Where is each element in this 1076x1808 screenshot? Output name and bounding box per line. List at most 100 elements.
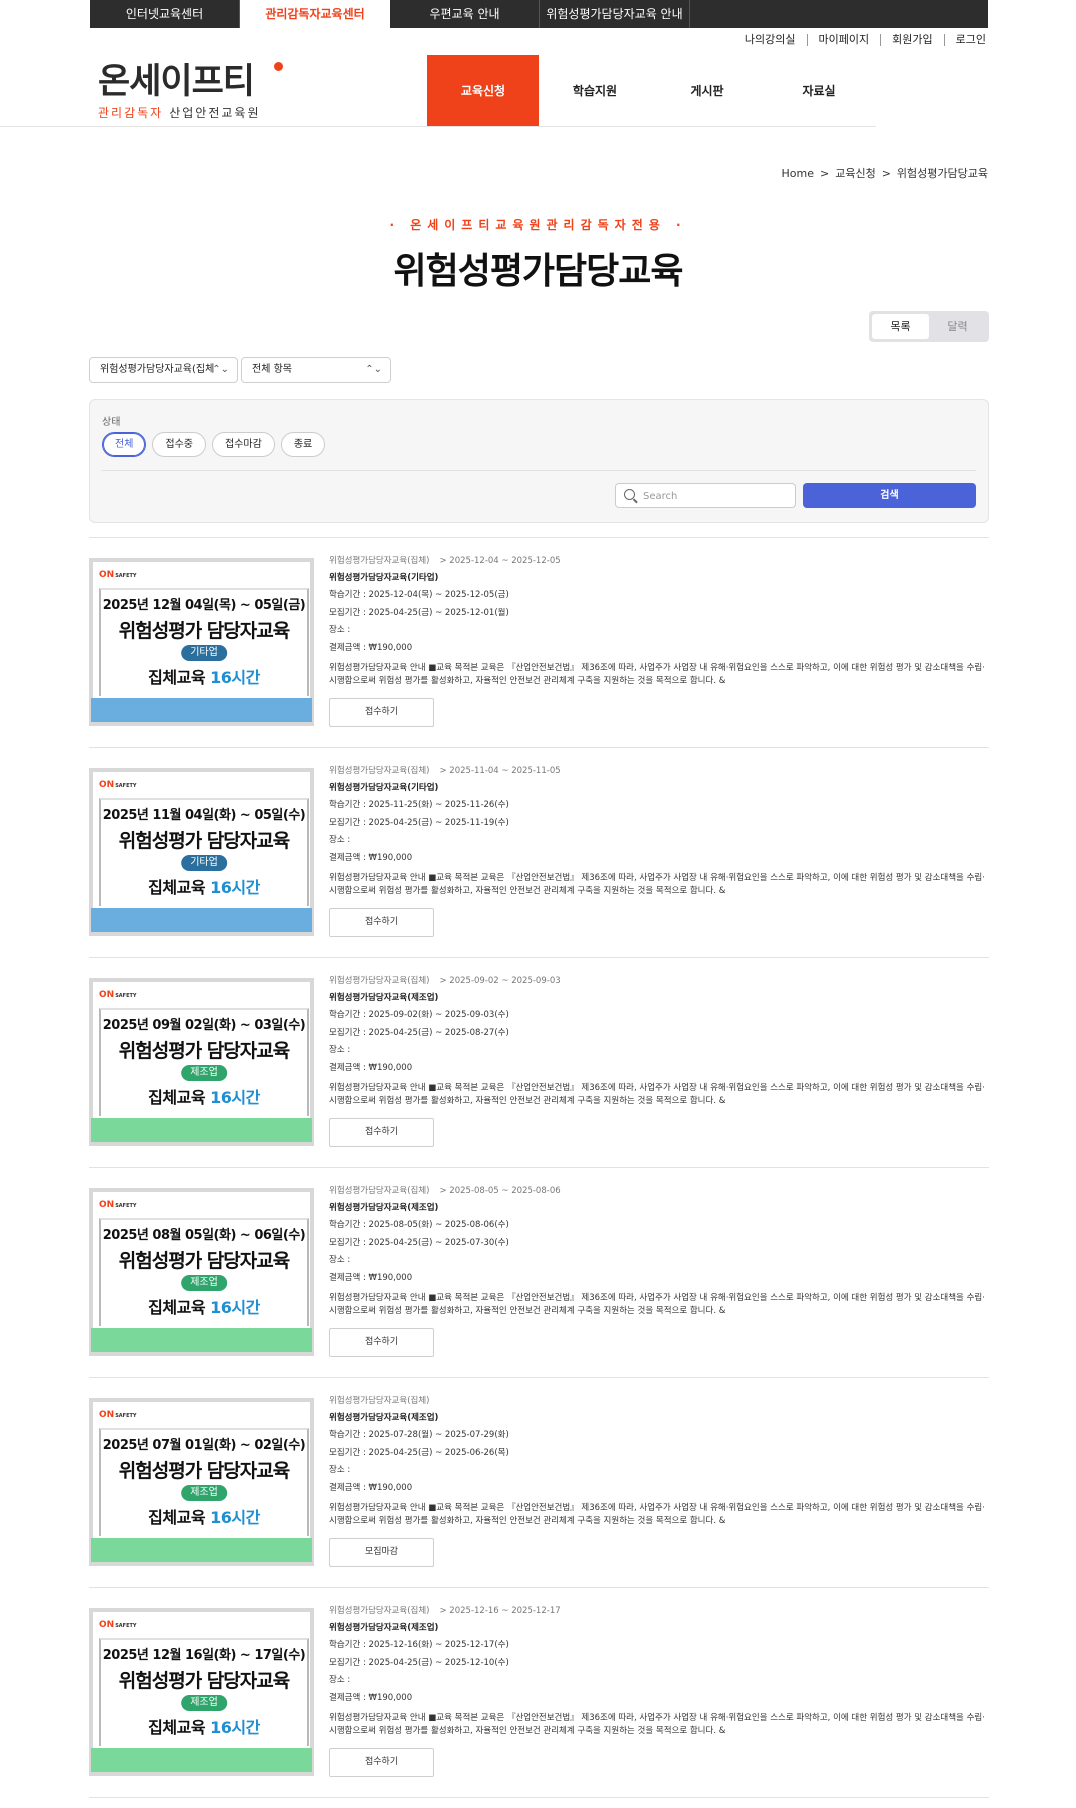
- select-updown-icon: ⌃⌄: [365, 364, 382, 375]
- course-thumbnail[interactable]: ONSAFETY 2025년 09월 02일(화) ~ 03일(수) 위험성평가…: [89, 978, 314, 1146]
- course-name[interactable]: 위험성평가담당자교육(기타업): [329, 781, 989, 798]
- course-name[interactable]: 위험성평가담당자교육(기타업): [329, 571, 989, 588]
- course-thumbnail[interactable]: ONSAFETY 2025년 07월 01일(화) ~ 02일(수) 위험성평가…: [89, 1398, 314, 1566]
- course-name[interactable]: 위험성평가담당자교육(제조업): [329, 1201, 989, 1218]
- view-list-button[interactable]: 목록: [872, 314, 929, 339]
- top-tab-supervisor-center[interactable]: 관리감독자교육센터: [240, 0, 390, 28]
- course-recruit-period: 모집기간 : 2025-04-25(금) ~ 2025-11-19(수): [329, 817, 509, 828]
- search-input[interactable]: [643, 487, 788, 505]
- thumb-brand: ONSAFETY: [99, 990, 137, 1000]
- closed-button[interactable]: 모집마감: [329, 1538, 434, 1567]
- breadcrumb-home[interactable]: Home: [782, 167, 814, 180]
- select-updown-icon: ⌃⌄: [212, 364, 229, 375]
- util-signup-link[interactable]: 회원가입: [880, 34, 943, 46]
- thumb-class: 집체교육 16시간: [148, 878, 260, 897]
- logo-wordmark: 온세이프티: [98, 62, 255, 102]
- course-name[interactable]: 위험성평가담당자교육(제조업): [329, 1411, 989, 1428]
- logo-subtitle: 관리감독자 산업안전교육원: [98, 104, 260, 121]
- thumb-heading: 위험성평가 담당자교육: [118, 1460, 290, 1482]
- util-login-link[interactable]: 로그인: [943, 34, 986, 46]
- thumb-heading: 위험성평가 담당자교육: [118, 1040, 290, 1062]
- top-tab-strip: 인터넷교육센터 관리감독자교육센터 우편교육 안내 위험성평가담당자교육 안내: [0, 0, 1076, 28]
- thumb-class: 집체교육 16시간: [148, 1088, 260, 1107]
- thumb-industry-badge: 제조업: [181, 1065, 227, 1081]
- course-type-select[interactable]: 위험성평가담당자교육(집체 ⌃⌄: [89, 357, 238, 383]
- course-item: ONSAFETY 2025년 08월 05일(화) ~ 06일(수) 위험성평가…: [89, 1167, 989, 1377]
- course-price: 결제금액 : ₩190,000: [329, 852, 413, 863]
- status-chip-all[interactable]: 전체: [102, 432, 147, 457]
- course-meta: 위험성평가담당자교육(집체) > 2025-09-02 ~ 2025-09-03 …: [329, 974, 989, 1108]
- status-chip-ended[interactable]: 종료: [280, 432, 326, 457]
- filter-divider: [102, 470, 976, 471]
- course-recruit-period: 모집기간 : 2025-04-25(금) ~ 2025-12-01(월): [329, 607, 509, 618]
- course-study-period: 학습기간 : 2025-07-28(월) ~ 2025-07-29(화): [329, 1430, 509, 1440]
- course-study-period: 학습기간 : 2025-09-02(화) ~ 2025-09-03(수): [329, 1010, 509, 1020]
- course-meta: 위험성평가담당자교육(집체) 위험성평가담당자교육(제조업) 학습기간 : 20…: [329, 1394, 989, 1528]
- course-category: 위험성평가담당자교육(집체) > 2025-12-04 ~ 2025-12-05: [329, 556, 561, 566]
- thumb-date: 2025년 07월 01일(화) ~ 02일(수): [102, 1438, 306, 1453]
- course-item: ONSAFETY 2025년 07월 01일(화) ~ 02일(수) 위험성평가…: [89, 1377, 989, 1587]
- util-mypage-link[interactable]: 마이페이지: [806, 34, 881, 46]
- course-description: 위험성평가담당자교육 안내 ■교육 목적본 교육은 『산업안전보건법』 제36조…: [329, 1293, 985, 1316]
- breadcrumb-apply[interactable]: 교육신청: [835, 167, 875, 180]
- thumb-class: 집체교육 16시간: [148, 1508, 260, 1527]
- nav-learning-support[interactable]: 학습지원: [539, 55, 651, 127]
- course-category: 위험성평가담당자교육(집체) > 2025-11-04 ~ 2025-11-05: [329, 766, 561, 776]
- view-calendar-button[interactable]: 달력: [929, 314, 986, 339]
- thumb-band: [91, 908, 312, 932]
- course-item: ONSAFETY 2025년 12월 04일(목) ~ 05일(금) 위험성평가…: [89, 537, 989, 747]
- thumb-heading: 위험성평가 담당자교육: [118, 830, 290, 852]
- course-description: 위험성평가담당자교육 안내 ■교육 목적본 교육은 『산업안전보건법』 제36조…: [329, 1713, 985, 1736]
- course-description: 위험성평가담당자교육 안내 ■교육 목적본 교육은 『산업안전보건법』 제36조…: [329, 663, 985, 686]
- thumb-date: 2025년 12월 16일(화) ~ 17일(수): [102, 1648, 306, 1663]
- item-filter-select[interactable]: 전체 항목 ⌃⌄: [241, 357, 391, 383]
- apply-button[interactable]: 접수하기: [329, 1748, 434, 1777]
- nav-board[interactable]: 게시판: [651, 55, 763, 127]
- course-price: 결제금액 : ₩190,000: [329, 1482, 413, 1493]
- status-chips: 전체 접수중 접수마감 종료: [102, 432, 326, 457]
- course-recruit-period: 모집기간 : 2025-04-25(금) ~ 2025-12-10(수): [329, 1657, 509, 1668]
- thumb-class: 집체교육 16시간: [148, 668, 260, 687]
- course-type-value: 위험성평가담당자교육(집체: [100, 364, 215, 375]
- nav-resources[interactable]: 자료실: [763, 55, 875, 127]
- thumb-date: 2025년 08월 05일(화) ~ 06일(수): [102, 1228, 306, 1243]
- thumb-date: 2025년 11월 04일(화) ~ 05일(수): [102, 808, 306, 823]
- search-icon: [624, 489, 635, 500]
- search-box: [615, 483, 796, 508]
- course-item: ONSAFETY 2025년 11월 04일(화) ~ 05일(수) 위험성평가…: [89, 747, 989, 957]
- apply-button[interactable]: 접수하기: [329, 908, 434, 937]
- course-thumbnail[interactable]: ONSAFETY 2025년 08월 05일(화) ~ 06일(수) 위험성평가…: [89, 1188, 314, 1356]
- thumb-heading: 위험성평가 담당자교육: [118, 1670, 290, 1692]
- status-chip-closed[interactable]: 접수마감: [212, 432, 275, 457]
- course-category: 위험성평가담당자교육(집체) > 2025-09-02 ~ 2025-09-03: [329, 976, 561, 986]
- page-eyebrow: · 온세이프티교육원관리감독자전용 ·: [389, 218, 687, 232]
- apply-button[interactable]: 접수하기: [329, 1118, 434, 1147]
- thumb-brand: ONSAFETY: [99, 1410, 137, 1420]
- course-name[interactable]: 위험성평가담당자교육(제조업): [329, 991, 989, 1008]
- thumb-industry-badge: 제조업: [181, 1275, 227, 1291]
- course-name[interactable]: 위험성평가담당자교육(제조업): [329, 1621, 989, 1638]
- status-chip-open[interactable]: 접수중: [152, 432, 207, 457]
- course-study-period: 학습기간 : 2025-12-16(화) ~ 2025-12-17(수): [329, 1640, 509, 1650]
- course-price: 결제금액 : ₩190,000: [329, 642, 413, 653]
- util-my-classroom-link[interactable]: 나의강의실: [734, 34, 807, 46]
- course-study-period: 학습기간 : 2025-08-05(화) ~ 2025-08-06(수): [329, 1220, 509, 1230]
- apply-button[interactable]: 접수하기: [329, 1328, 434, 1357]
- top-tab-postal-guide[interactable]: 우편교육 안내: [390, 0, 540, 28]
- course-thumbnail[interactable]: ONSAFETY 2025년 12월 16일(화) ~ 17일(수) 위험성평가…: [89, 1608, 314, 1776]
- course-meta: 위험성평가담당자교육(집체) > 2025-08-05 ~ 2025-08-06 …: [329, 1184, 989, 1318]
- course-recruit-period: 모집기간 : 2025-04-25(금) ~ 2025-06-26(목): [329, 1447, 509, 1458]
- site-logo[interactable]: 온세이프티 관리감독자 산업안전교육원: [98, 62, 283, 121]
- thumb-brand: ONSAFETY: [99, 1200, 137, 1210]
- course-thumbnail[interactable]: ONSAFETY 2025년 11월 04일(화) ~ 05일(수) 위험성평가…: [89, 768, 314, 936]
- thumb-band: [91, 1748, 312, 1772]
- course-thumbnail[interactable]: ONSAFETY 2025년 12월 04일(목) ~ 05일(금) 위험성평가…: [89, 558, 314, 726]
- search-button[interactable]: 검색: [803, 483, 976, 508]
- top-tab-internet-center[interactable]: 인터넷교육센터: [90, 0, 240, 28]
- thumb-band: [91, 1118, 312, 1142]
- course-meta: 위험성평가담당자교육(집체) > 2025-12-16 ~ 2025-12-17 …: [329, 1604, 989, 1738]
- nav-apply[interactable]: 교육신청: [427, 55, 539, 127]
- apply-button[interactable]: 접수하기: [329, 698, 434, 727]
- top-tab-risk-guide[interactable]: 위험성평가담당자교육 안내: [540, 0, 690, 28]
- filter-panel: 상태 전체 접수중 접수마감 종료 검색: [89, 399, 989, 523]
